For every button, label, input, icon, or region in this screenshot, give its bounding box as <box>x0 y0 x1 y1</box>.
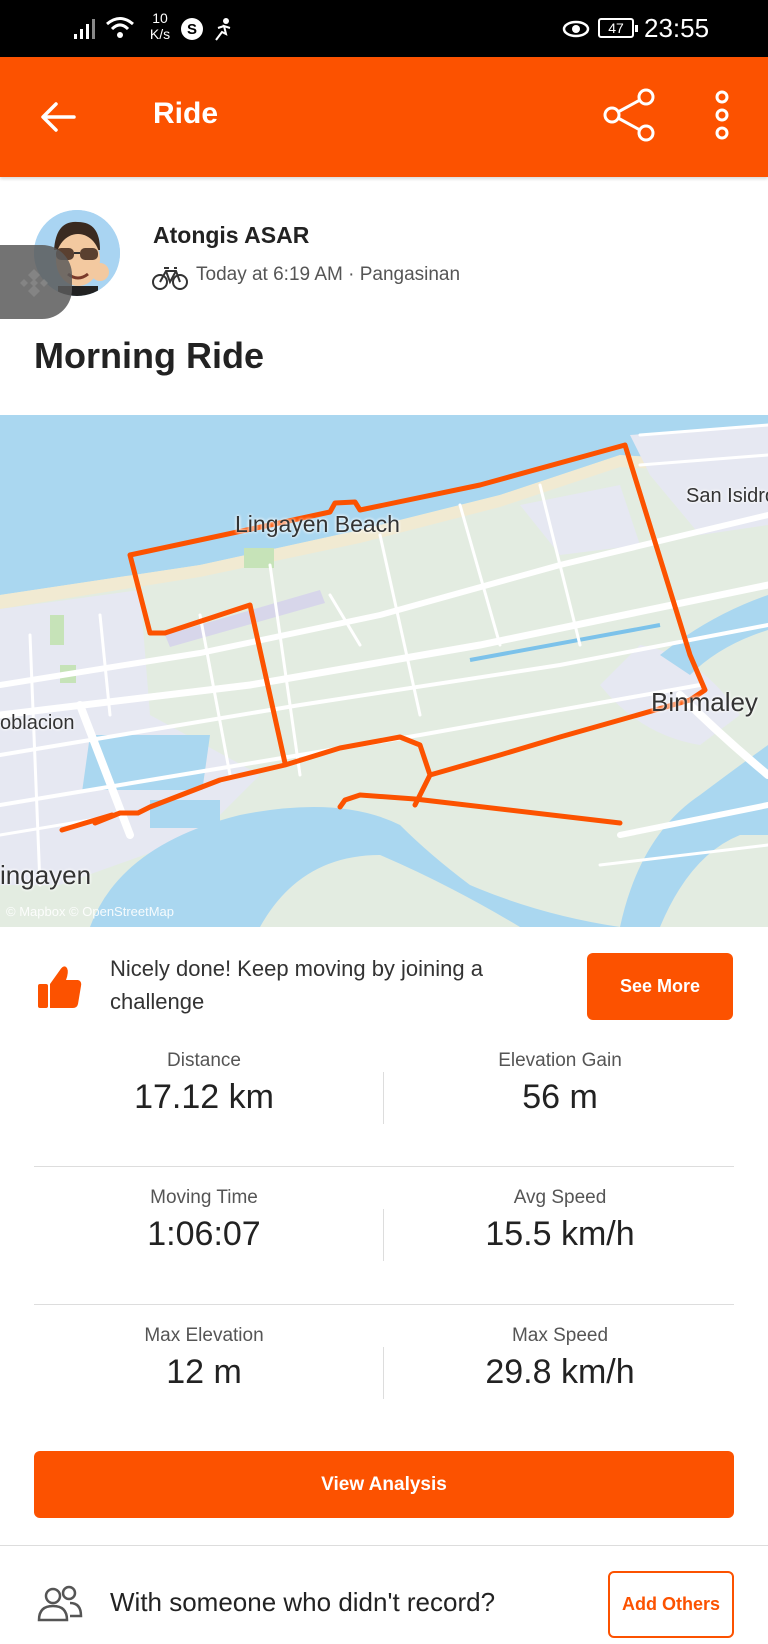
svg-text:S: S <box>187 21 197 38</box>
athlete-name[interactable]: Atongis ASAR <box>153 222 309 249</box>
see-more-button[interactable]: See More <box>587 953 733 1020</box>
map-canvas <box>0 415 768 927</box>
divider <box>0 1545 768 1546</box>
group-people-icon <box>37 1585 83 1622</box>
wifi-icon <box>106 17 134 38</box>
map-attribution[interactable]: © Mapbox © OpenStreetMap <box>6 904 174 919</box>
eye-comfort-icon <box>562 20 590 38</box>
activity-title: Morning Ride <box>34 335 264 376</box>
status-bar: 10 K/s S 47 23:55 <box>0 0 768 57</box>
stat-value: 15.5 km/h <box>485 1215 635 1253</box>
divider <box>34 1304 734 1305</box>
stat-value: 56 m <box>522 1078 598 1116</box>
divider <box>383 1347 384 1399</box>
stat-elevation-gain: Elevation Gain 56 m <box>390 1050 730 1117</box>
map-label-san-isidro: San Isidro <box>686 485 768 507</box>
stat-value: 17.12 km <box>134 1078 274 1116</box>
divider <box>34 1166 734 1167</box>
stat-label: Moving Time <box>150 1187 258 1208</box>
view-analysis-button[interactable]: View Analysis <box>34 1451 734 1518</box>
more-options-icon[interactable] <box>710 87 734 143</box>
battery-indicator: 47 <box>598 18 638 38</box>
tag-others-prompt: With someone who didn't record? <box>110 1587 496 1617</box>
stat-value: 1:06:07 <box>147 1215 261 1253</box>
stat-label: Avg Speed <box>513 1187 607 1208</box>
stat-avg-speed: Avg Speed 15.5 km/h <box>390 1187 730 1254</box>
floating-side-tab[interactable] <box>0 245 72 319</box>
stat-label: Distance <box>167 1050 241 1071</box>
binance-icon <box>20 269 48 297</box>
divider <box>383 1072 384 1124</box>
map-label-lingayen: ingayen <box>0 860 92 890</box>
stat-distance: Distance 17.12 km <box>34 1050 374 1117</box>
stat-label: Max Elevation <box>144 1325 264 1346</box>
signal-icon <box>74 19 95 39</box>
divider <box>383 1209 384 1261</box>
thumbs-up-icon <box>38 966 82 1008</box>
map-label-binmaley: Binmaley <box>651 687 758 717</box>
stat-value: 12 m <box>166 1353 242 1391</box>
bike-icon <box>152 267 188 290</box>
add-others-button[interactable]: Add Others <box>608 1571 734 1638</box>
activity-notification-icon <box>215 18 231 41</box>
activity-meta: Today at 6:19 AM · Pangasinan <box>196 264 461 285</box>
page-title: Ride <box>153 97 219 130</box>
strava-notification-icon: S <box>181 18 203 40</box>
clock: 23:55 <box>644 13 710 43</box>
stat-moving-time: Moving Time 1:06:07 <box>34 1187 374 1254</box>
challenge-message: Nicely done! Keep moving by joining a ch… <box>110 956 484 1014</box>
stat-value: 29.8 km/h <box>485 1353 635 1391</box>
back-arrow-icon[interactable] <box>38 99 78 135</box>
stat-max-speed: Max Speed 29.8 km/h <box>390 1325 730 1392</box>
stat-label: Max Speed <box>511 1325 609 1346</box>
share-icon[interactable] <box>602 87 656 143</box>
app-bar: Ride <box>0 57 768 177</box>
route-map[interactable]: Lingayen Beach San Isidro Binmaley oblac… <box>0 415 768 927</box>
map-label-lingayen-beach: Lingayen Beach <box>235 511 400 537</box>
map-label-poblacion: oblacion <box>0 712 75 734</box>
stat-label: Elevation Gain <box>498 1050 622 1071</box>
net-speed: 10 K/s <box>149 10 171 42</box>
stat-max-elevation: Max Elevation 12 m <box>34 1325 374 1392</box>
